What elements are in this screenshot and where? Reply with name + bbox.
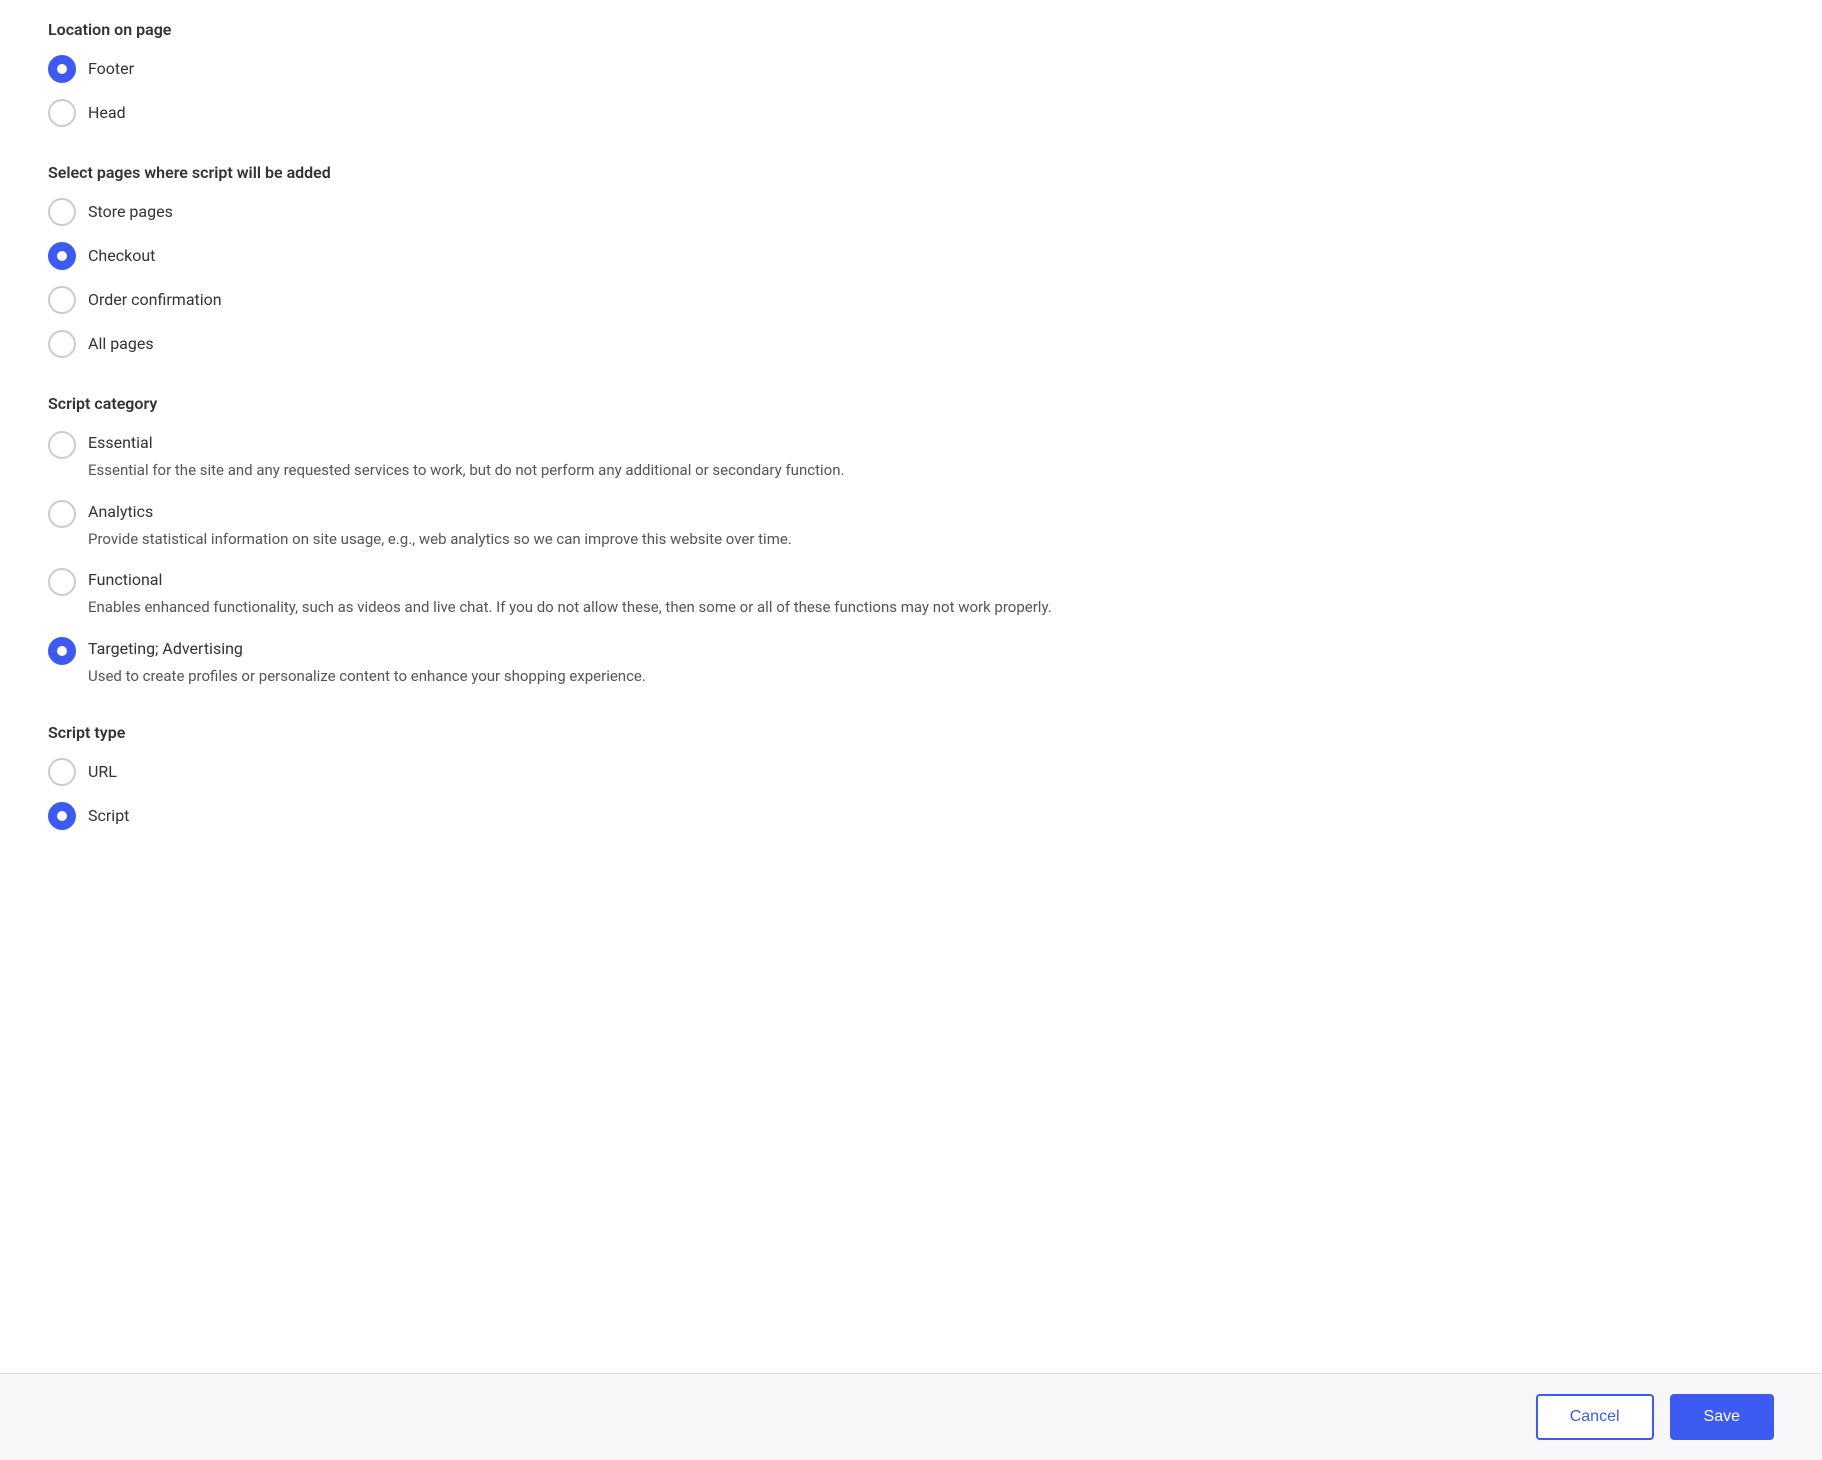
radio-footer-circle[interactable] <box>48 55 76 83</box>
radio-item-url[interactable]: URL <box>48 758 1774 786</box>
location-on-page-section: Location on page Footer Head <box>48 20 1774 127</box>
radio-order-confirmation-label: Order confirmation <box>88 286 222 314</box>
radio-essential-label: Essential <box>88 429 844 457</box>
radio-store-pages-label: Store pages <box>88 198 173 226</box>
radio-item-footer[interactable]: Footer <box>48 55 1774 83</box>
radio-functional-description: Enables enhanced functionality, such as … <box>88 596 1052 619</box>
radio-item-targeting-advertising[interactable]: Targeting; Advertising Used to create pr… <box>48 635 1774 688</box>
radio-essential-description: Essential for the site and any requested… <box>88 459 844 482</box>
radio-head-label: Head <box>88 99 126 127</box>
page-container: Location on page Footer Head Select page… <box>0 0 1822 1460</box>
radio-footer-label: Footer <box>88 55 134 83</box>
radio-item-essential[interactable]: Essential Essential for the site and any… <box>48 429 1774 482</box>
location-on-page-title: Location on page <box>48 20 1774 39</box>
cancel-button[interactable]: Cancel <box>1536 1394 1654 1440</box>
script-category-title: Script category <box>48 394 1774 413</box>
radio-targeting-advertising-description: Used to create profiles or personalize c… <box>88 665 646 688</box>
radio-store-pages-circle[interactable] <box>48 198 76 226</box>
radio-item-checkout[interactable]: Checkout <box>48 242 1774 270</box>
script-type-section: Script type URL Script <box>48 723 1774 830</box>
radio-all-pages-label: All pages <box>88 330 154 358</box>
location-radio-group: Footer Head <box>48 55 1774 127</box>
radio-targeting-advertising-circle[interactable] <box>48 637 76 665</box>
radio-essential-circle[interactable] <box>48 431 76 459</box>
radio-analytics-circle[interactable] <box>48 500 76 528</box>
radio-order-confirmation-circle[interactable] <box>48 286 76 314</box>
radio-targeting-advertising-label: Targeting; Advertising <box>88 635 646 663</box>
radio-item-store-pages[interactable]: Store pages <box>48 198 1774 226</box>
radio-head-circle[interactable] <box>48 99 76 127</box>
select-pages-title: Select pages where script will be added <box>48 163 1774 182</box>
content-area: Location on page Footer Head Select page… <box>0 0 1822 1373</box>
radio-functional-text: Functional Enables enhanced functionalit… <box>88 566 1052 619</box>
save-button[interactable]: Save <box>1670 1394 1774 1440</box>
radio-analytics-text: Analytics Provide statistical informatio… <box>88 498 792 551</box>
radio-url-circle[interactable] <box>48 758 76 786</box>
script-category-radio-group: Essential Essential for the site and any… <box>48 429 1774 687</box>
radio-checkout-label: Checkout <box>88 242 155 270</box>
radio-item-order-confirmation[interactable]: Order confirmation <box>48 286 1774 314</box>
radio-checkout-circle[interactable] <box>48 242 76 270</box>
radio-item-head[interactable]: Head <box>48 99 1774 127</box>
radio-script-label: Script <box>88 802 129 830</box>
radio-functional-circle[interactable] <box>48 568 76 596</box>
radio-analytics-label: Analytics <box>88 498 792 526</box>
radio-item-all-pages[interactable]: All pages <box>48 330 1774 358</box>
radio-functional-label: Functional <box>88 566 1052 594</box>
radio-targeting-advertising-text: Targeting; Advertising Used to create pr… <box>88 635 646 688</box>
radio-essential-text: Essential Essential for the site and any… <box>88 429 844 482</box>
script-category-section: Script category Essential Essential for … <box>48 394 1774 687</box>
radio-script-circle[interactable] <box>48 802 76 830</box>
radio-item-analytics[interactable]: Analytics Provide statistical informatio… <box>48 498 1774 551</box>
radio-url-label: URL <box>88 758 117 786</box>
radio-item-script[interactable]: Script <box>48 802 1774 830</box>
radio-item-functional[interactable]: Functional Enables enhanced functionalit… <box>48 566 1774 619</box>
select-pages-section: Select pages where script will be added … <box>48 163 1774 358</box>
radio-all-pages-circle[interactable] <box>48 330 76 358</box>
radio-analytics-description: Provide statistical information on site … <box>88 528 792 551</box>
script-type-radio-group: URL Script <box>48 758 1774 830</box>
script-type-title: Script type <box>48 723 1774 742</box>
select-pages-radio-group: Store pages Checkout Order confirmation … <box>48 198 1774 358</box>
footer-bar: Cancel Save <box>0 1373 1822 1460</box>
